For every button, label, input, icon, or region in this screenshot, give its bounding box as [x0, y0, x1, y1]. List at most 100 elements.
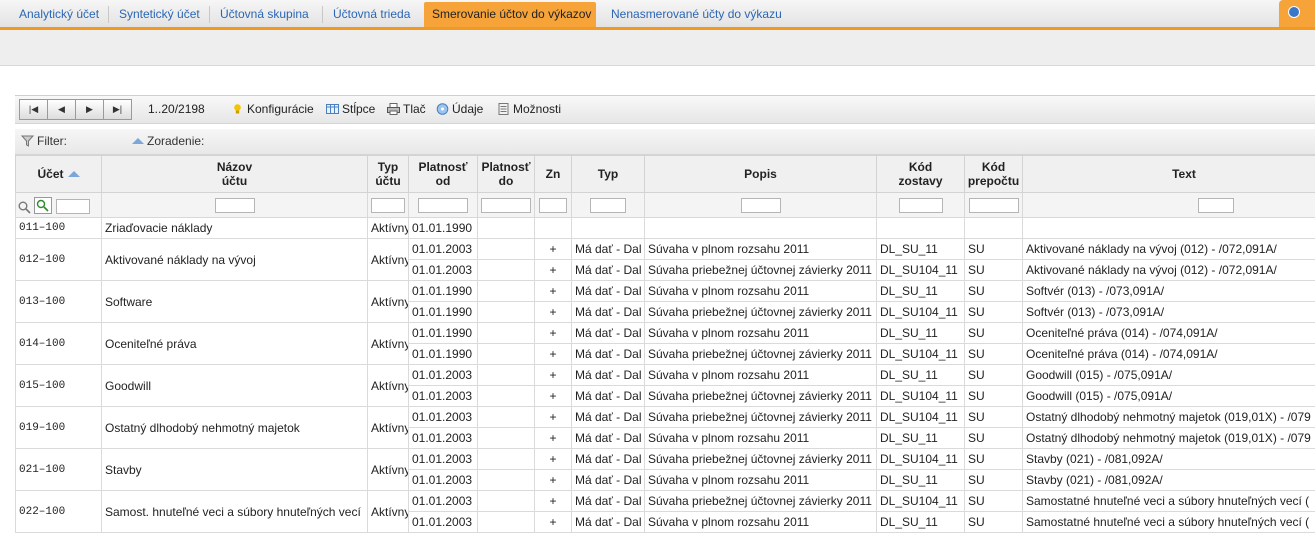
cell-zn: + — [534, 448, 572, 470]
col-header-text[interactable]: Text — [1022, 155, 1315, 193]
table-row[interactable]: 015–100 Goodwill Aktívny 01.01.2003 + Má dať … — [15, 364, 1315, 407]
cell-typ-uctu: Aktívny — [367, 238, 409, 281]
filter-input-kod-zostavy[interactable] — [898, 197, 943, 213]
filter-input-text[interactable] — [1198, 197, 1234, 213]
cell-nazov: Software — [101, 280, 368, 323]
col-header-nazov[interactable]: Názov účtu — [101, 155, 368, 193]
table-row[interactable]: 014–100 Oceniteľné práva Aktívny 01.01.1990… — [15, 322, 1315, 365]
col-header-zn[interactable]: Zn — [534, 155, 572, 193]
cell-ucet: 013–100 — [15, 280, 102, 323]
udaje-button[interactable]: Údaje — [436, 102, 483, 116]
col-header-kod-prepoctu[interactable]: Kód prepočtu — [964, 155, 1023, 193]
filter-cell-typ-uctu — [367, 192, 409, 218]
cell-kod-zostavy: DL_SU_11 — [876, 238, 965, 260]
advanced-search-icon[interactable] — [34, 196, 53, 214]
cell-typ-uctu: Aktívny — [367, 448, 409, 491]
grid-toolbar: |◀ ◀ ▶ ▶| 1..20/2198 Konfigurácie Stĺpce… — [15, 95, 1315, 124]
filter-input-kod-prepoctu[interactable] — [968, 197, 1019, 213]
filter-input-popis[interactable] — [740, 197, 781, 213]
cell-typ: Má dať - Dal — [571, 301, 645, 323]
table-row[interactable]: 019–100 Ostatný dlhodobý nehmotný majetok… — [15, 406, 1315, 449]
sort-up-icon — [132, 138, 144, 144]
cell-text — [1022, 217, 1315, 239]
last-page-button[interactable]: ▶| — [103, 99, 132, 120]
first-page-icon: |◀ — [28, 104, 39, 114]
first-page-button[interactable]: |◀ — [19, 99, 48, 120]
prev-page-button[interactable]: ◀ — [47, 99, 76, 120]
tlac-button[interactable]: Tlač — [387, 102, 426, 116]
col-header-platnost-od[interactable]: Platnosť od — [408, 155, 478, 193]
table-row[interactable]: 012–100 Aktivované náklady na vývoj Aktívn… — [15, 238, 1315, 281]
col-header-typ-uctu[interactable]: Typ účtu — [367, 155, 409, 193]
cell-kod-prepoctu: SU — [964, 301, 1023, 323]
tab-smerovanie-uctov[interactable]: Smerovanie účtov do výkazov — [424, 2, 596, 27]
cell-kod-zostavy: DL_SU104_11 — [876, 259, 965, 281]
filter-input-typ[interactable] — [590, 197, 626, 213]
filter-input-typ-uctu[interactable] — [371, 197, 405, 213]
cell-zn — [534, 217, 572, 239]
cell-platnost-od: 01.01.1990 — [408, 280, 478, 302]
cell-typ: Má dať - Dal — [571, 406, 645, 428]
action-bar — [0, 30, 1315, 66]
filter-input-ucet[interactable] — [55, 198, 90, 214]
cell-kod-prepoctu: SU — [964, 259, 1023, 281]
table-row[interactable]: 013–100 Software Aktívny 01.01.1990 + Má dať … — [15, 280, 1315, 323]
cell-zn: + — [534, 238, 572, 260]
next-page-button[interactable]: ▶ — [75, 99, 104, 120]
cell-text: Goodwill (015) - /075,091A/ — [1022, 385, 1315, 407]
filter-input-nazov[interactable] — [214, 197, 255, 213]
cell-zn: + — [534, 406, 572, 428]
table-row[interactable]: 011–100 Zriaďovacie náklady Aktívny 01.01.1… — [15, 217, 1315, 239]
col-header-kod-zostavy[interactable]: Kód zostavy — [876, 155, 965, 193]
tab-nenasmerovane-ucty[interactable]: Nenasmerované účty do výkazu — [603, 2, 790, 27]
filter-toggle[interactable]: Filter: — [21, 134, 67, 148]
cell-kod-zostavy: DL_SU_11 — [876, 427, 965, 449]
cell-kod-prepoctu: SU — [964, 322, 1023, 344]
filter-input-platnost-do[interactable] — [481, 197, 531, 213]
stlpce-button[interactable]: Stĺpce — [326, 102, 375, 116]
cell-typ: Má dať - Dal — [571, 322, 645, 344]
col-header-popis[interactable]: Popis — [644, 155, 877, 193]
konfiguracie-button[interactable]: Konfigurácie — [231, 102, 314, 116]
tab-synteticky-ucet[interactable]: Syntetický účet — [111, 2, 208, 27]
cell-text: Softvér (013) - /073,091A/ — [1022, 280, 1315, 302]
tab-analyticky-ucet[interactable]: Analytický účet — [11, 2, 107, 27]
filter-cell-nazov — [101, 192, 368, 218]
tab-uctovna-trieda[interactable]: Účtovná trieda — [325, 2, 418, 27]
table-body: 011–100 Zriaďovacie náklady Aktívny 01.01.1… — [15, 217, 1315, 533]
cell-platnost-do — [477, 364, 535, 386]
cell-zn: + — [534, 469, 572, 491]
cell-popis: Súvaha v plnom rozsahu 2011 — [644, 322, 877, 344]
table-row[interactable]: 021–100 Stavby Aktívny 01.01.2003 + Má dať - … — [15, 448, 1315, 491]
table-row[interactable]: 022–100 Samost. hnuteľné veci a súbory hn… — [15, 490, 1315, 533]
cell-kod-zostavy: DL_SU_11 — [876, 511, 965, 533]
cell-typ — [571, 217, 645, 239]
corner-button[interactable]: Po — [1279, 0, 1315, 27]
tab-divider — [322, 6, 323, 23]
col-header-typ[interactable]: Typ — [571, 155, 645, 193]
moznosti-button[interactable]: Možnosti — [497, 102, 561, 116]
cell-text: Aktivované náklady na vývoj (012) - /072… — [1022, 238, 1315, 260]
cell-kod-zostavy: DL_SU104_11 — [876, 490, 965, 512]
cell-nazov: Stavby — [101, 448, 368, 491]
cell-platnost-od: 01.01.2003 — [408, 469, 478, 491]
tab-uctovna-skupina[interactable]: Účtovná skupina — [212, 2, 317, 27]
filter-input-platnost-od[interactable] — [418, 197, 468, 213]
cell-kod-zostavy: DL_SU104_11 — [876, 448, 965, 470]
search-icon[interactable] — [18, 201, 31, 214]
disc-icon — [436, 103, 449, 115]
cell-nazov: Samost. hnuteľné veci a súbory hnuteľnýc… — [101, 490, 368, 533]
cell-kod-prepoctu: SU — [964, 385, 1023, 407]
col-header-platnost-do[interactable]: Platnosť do — [477, 155, 535, 193]
cell-platnost-od: 01.01.2003 — [408, 511, 478, 533]
cell-zn: + — [534, 259, 572, 281]
cell-popis: Súvaha v plnom rozsahu 2011 — [644, 427, 877, 449]
sort-toggle[interactable]: Zoradenie: — [132, 134, 204, 148]
cell-platnost-do — [477, 322, 535, 344]
filter-cell-platnost-od — [408, 192, 478, 218]
cell-nazov: Oceniteľné práva — [101, 322, 368, 365]
col-header-ucet[interactable]: Účet — [15, 155, 102, 193]
filter-input-zn[interactable] — [539, 197, 567, 213]
cell-platnost-do — [477, 280, 535, 302]
tab-bar: Analytický účet Syntetický účet Účtovná … — [0, 0, 1315, 30]
